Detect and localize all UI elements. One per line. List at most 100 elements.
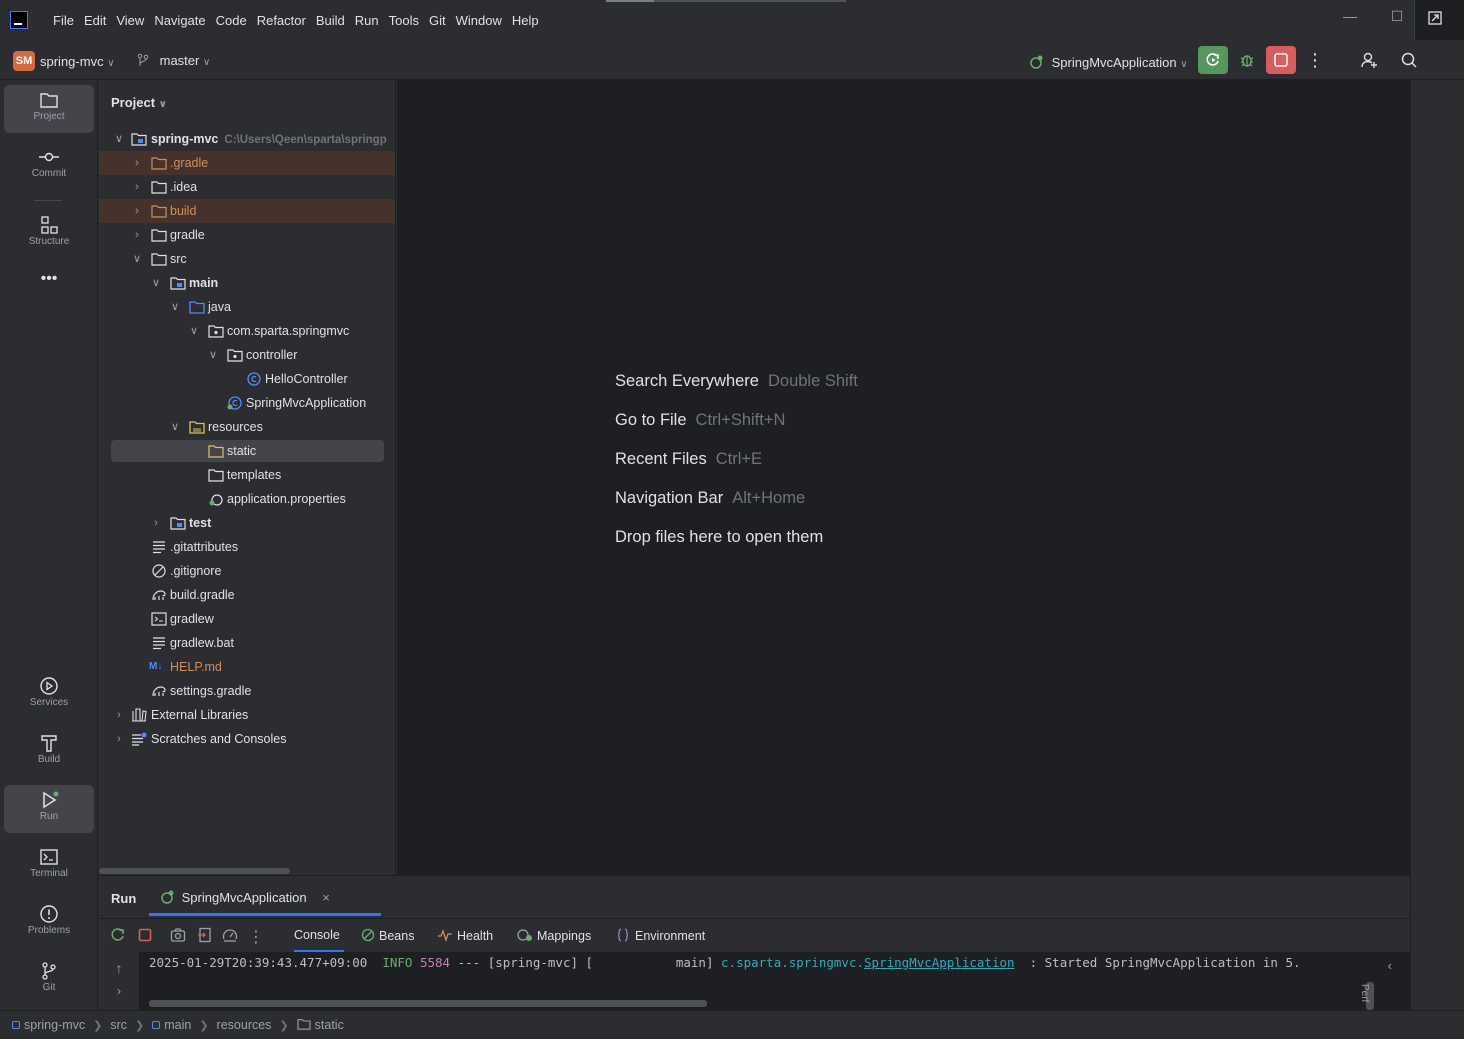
expand-arrow-icon[interactable]: › <box>131 151 143 175</box>
tree-item-src[interactable]: ∨ src <box>99 247 395 271</box>
expand-arrow-icon[interactable]: ∨ <box>207 343 219 367</box>
tree-item-package-root[interactable]: ∨ com.sparta.springmvc <box>99 319 395 343</box>
tree-item-help-md[interactable]: M↓ HELP.md <box>99 655 395 679</box>
tree-item-spring-mvc[interactable]: ∨ spring-mvc C:\Users\Qeen\sparta\springp <box>99 127 395 151</box>
tree-item-resources[interactable]: ∨ resources <box>99 415 395 439</box>
tab-mappings[interactable]: Mappings <box>517 928 591 943</box>
menu-navigate[interactable]: Navigate <box>149 13 210 28</box>
tab-environment[interactable]: Environment <box>617 928 705 943</box>
maximize-icon[interactable]: ☐ <box>1382 8 1412 30</box>
menu-git[interactable]: Git <box>424 13 451 28</box>
tree-item-settings-gradle[interactable]: settings.gradle <box>99 679 395 703</box>
dump-threads-icon[interactable] <box>196 927 214 945</box>
more-tool-windows-button[interactable]: ••• <box>4 270 94 294</box>
breadcrumb-src[interactable]: src <box>110 1018 127 1032</box>
tree-item-external-libraries[interactable]: › External Libraries <box>99 703 395 727</box>
tree-item-test[interactable]: › test <box>99 511 395 535</box>
project-horizontal-scrollbar[interactable] <box>99 867 395 875</box>
project-badge[interactable]: SM <box>13 51 35 71</box>
tree-item-main[interactable]: ∨ main <box>99 271 395 295</box>
more-options-icon[interactable]: ⋮ <box>247 927 265 946</box>
tab-console[interactable]: Console <box>294 928 340 942</box>
rerun-icon[interactable] <box>109 927 127 945</box>
stripe-structure[interactable]: Structure <box>4 210 94 258</box>
tree-item-gradlew[interactable]: gradlew <box>99 607 395 631</box>
expand-arrow-icon[interactable]: › <box>131 223 143 247</box>
expand-more-icon[interactable]: › <box>99 984 139 998</box>
editor-area[interactable]: Search Everywhere Double Shift Go to File… <box>397 80 1410 875</box>
menu-refactor[interactable]: Refactor <box>252 13 311 28</box>
menu-tools[interactable]: Tools <box>384 13 424 28</box>
console-output[interactable]: ↑ › 2025-01-29T20:39:43.477+09:00 INFO 5… <box>99 952 1410 1011</box>
log-logger-class-link[interactable]: SpringMvcApplication <box>864 955 1015 970</box>
tree-item-controller[interactable]: ∨ controller <box>99 343 395 367</box>
breadcrumb-static[interactable]: static <box>297 1018 344 1032</box>
expand-arrow-icon[interactable]: › <box>113 727 125 751</box>
close-tab-icon[interactable]: × <box>322 890 330 905</box>
stripe-project[interactable]: Project <box>4 85 94 133</box>
breadcrumb-resources[interactable]: resources <box>217 1018 272 1032</box>
expand-arrow-icon[interactable]: ∨ <box>188 319 200 343</box>
tree-item-build[interactable]: › build <box>99 199 395 223</box>
expand-arrow-icon[interactable]: › <box>131 199 143 223</box>
run-config-selector[interactable]: SpringMvcApplication ∨ <box>1028 54 1188 70</box>
expand-arrow-icon[interactable]: › <box>131 175 143 199</box>
scrollbar-thumb[interactable] <box>99 868 290 874</box>
tree-item-scratches[interactable]: › Scratches and Consoles <box>99 727 395 751</box>
stripe-terminal[interactable]: Terminal <box>4 842 94 890</box>
minimize-icon[interactable]: — <box>1335 8 1365 30</box>
expand-arrow-icon[interactable]: ∨ <box>169 415 181 439</box>
stripe-git[interactable]: Git <box>4 956 94 1004</box>
stripe-problems[interactable]: Problems <box>4 899 94 947</box>
stop-button[interactable] <box>1266 46 1296 74</box>
stripe-commit[interactable]: Commit <box>4 142 94 190</box>
tree-item-static[interactable]: static <box>99 439 395 463</box>
stripe-services[interactable]: Services <box>4 671 94 719</box>
stop-icon[interactable] <box>136 927 154 945</box>
expand-arrow-icon[interactable]: ∨ <box>169 295 181 319</box>
debug-button[interactable] <box>1232 46 1262 74</box>
breadcrumb-spring-mvc[interactable]: spring-mvc <box>12 1018 85 1032</box>
camera-icon[interactable] <box>169 927 187 945</box>
tree-item-build-gradle[interactable]: build.gradle <box>99 583 395 607</box>
tree-item-application-properties[interactable]: application.properties <box>99 487 395 511</box>
restore-window-icon[interactable] <box>1427 10 1443 26</box>
tree-item-gradle[interactable]: › gradle <box>99 223 395 247</box>
menu-build[interactable]: Build <box>311 13 350 28</box>
breadcrumb-main[interactable]: main <box>152 1018 191 1032</box>
tree-item-java[interactable]: ∨ java <box>99 295 395 319</box>
intellij-logo-icon[interactable] <box>10 11 28 29</box>
collapse-side-icon[interactable]: ‹ <box>1388 958 1392 973</box>
project-switcher[interactable]: spring-mvc ∨ <box>40 54 115 69</box>
search-everywhere-button[interactable] <box>1394 46 1424 74</box>
expand-arrow-icon[interactable]: › <box>113 703 125 727</box>
expand-arrow-icon[interactable]: › <box>150 511 162 535</box>
menu-help[interactable]: Help <box>507 13 544 28</box>
run-tab-spring-mvc-application[interactable]: SpringMvcApplication × <box>159 889 330 905</box>
tree-item-gitignore[interactable]: .gitignore <box>99 559 395 583</box>
rerun-button[interactable] <box>1198 46 1228 74</box>
console-horizontal-scrollbar[interactable] <box>149 1000 707 1007</box>
project-view-selector[interactable]: Project ∨ <box>111 95 167 110</box>
expand-arrow-icon[interactable]: ∨ <box>131 247 143 271</box>
tab-beans[interactable]: Beans <box>361 928 414 943</box>
branch-switcher[interactable]: master ∨ <box>136 53 210 68</box>
menu-edit[interactable]: Edit <box>79 13 111 28</box>
tab-health[interactable]: Health <box>437 928 493 943</box>
menu-window[interactable]: Window <box>451 13 507 28</box>
menu-code[interactable]: Code <box>211 13 252 28</box>
tree-item-gradlew-bat[interactable]: gradlew.bat <box>99 631 395 655</box>
stripe-run[interactable]: Run <box>4 785 94 833</box>
menu-file[interactable]: File <box>48 13 79 28</box>
menu-run[interactable]: Run <box>350 13 384 28</box>
tree-item-hello-controller[interactable]: HelloController <box>99 367 395 391</box>
expand-arrow-icon[interactable]: ∨ <box>150 271 162 295</box>
more-actions-button[interactable]: ⋮ <box>1300 46 1330 74</box>
tree-item-spring-mvc-application[interactable]: SpringMvcApplication <box>99 391 395 415</box>
stripe-build[interactable]: Build <box>4 728 94 776</box>
code-with-me-button[interactable] <box>1354 46 1384 74</box>
tree-item-gradle-cache[interactable]: › .gradle <box>99 151 395 175</box>
tree-item-gitattributes[interactable]: .gitattributes <box>99 535 395 559</box>
expand-arrow-icon[interactable]: ∨ <box>113 127 125 151</box>
tree-item-idea[interactable]: › .idea <box>99 175 395 199</box>
